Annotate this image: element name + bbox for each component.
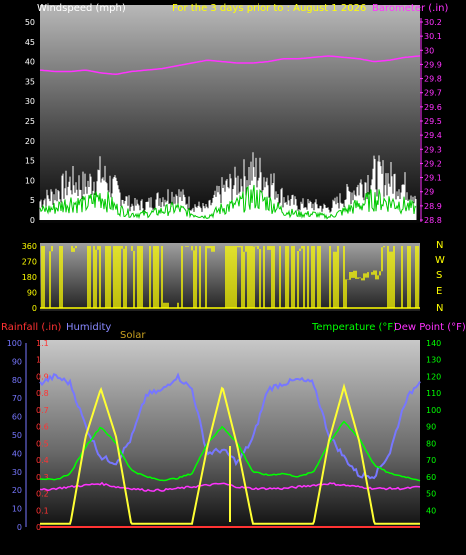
legend-rainfall: Rainfall (.in)	[1, 322, 62, 333]
p1-right-tick-14: 30.2	[424, 18, 442, 27]
p1-left-tick-25: 25	[25, 117, 35, 126]
p1-left-tick-15: 15	[25, 157, 35, 166]
p2-tick-90: 90	[27, 289, 37, 298]
p1-left-tick-35: 35	[25, 77, 35, 86]
dir-label-s: S	[436, 270, 442, 281]
p3-humidity-tick-80: 80	[12, 376, 22, 385]
p1-left-tick-40: 40	[25, 58, 35, 67]
p3-humidity-tick-40: 40	[12, 449, 22, 458]
p3-rain-tick-0.5: 0.5	[36, 439, 49, 448]
p1-right-tick-13: 30.1	[424, 32, 442, 41]
p3-temp-tick-60: 60	[426, 473, 436, 482]
p1-right-tick-2: 29	[424, 188, 434, 197]
legend-temperature: Temperature (°F)	[311, 322, 397, 333]
dir-label-n-top: N	[436, 240, 443, 251]
p1-left-tick-30: 30	[25, 97, 35, 106]
p3-temp-tick-90: 90	[426, 423, 436, 432]
p1-right-tick-0: 28.8	[424, 216, 442, 225]
p1-right-tick-6: 29.4	[424, 131, 442, 140]
legend-solar: Solar	[120, 330, 146, 341]
p3-rain-tick-0.4: 0.4	[36, 456, 49, 465]
p1-left-tick-45: 45	[25, 38, 35, 47]
p1-xlabel-day29: Day 29	[40, 231, 71, 240]
p1-left-tick-20: 20	[25, 137, 35, 146]
legend-humidity: Humidity	[66, 322, 111, 333]
p3-temp-tick-40: 40	[426, 506, 436, 515]
dir-label-e: E	[436, 286, 442, 297]
p1-right-tick-7: 29.5	[424, 117, 442, 126]
p3-temp-tick-80: 80	[426, 439, 436, 448]
p3-xlabel-day29: Day 29	[40, 537, 71, 546]
p1-left-tick-50: 50	[25, 18, 35, 27]
p3-rain-tick-0.8: 0.8	[36, 389, 49, 398]
dir-label-w: W	[435, 255, 445, 266]
p3-humidity-tick-60: 60	[12, 413, 22, 422]
p1-right-tick-1: 28.9	[424, 202, 442, 211]
p2-tick-180: 180	[22, 273, 37, 282]
p1-right-tick-8: 29.6	[424, 103, 442, 112]
date-range-title: For the 3 days prior to : August 1 2026	[172, 3, 366, 14]
weather-chart-page: Windspeed (mph) For the 3 days prior to …	[0, 0, 466, 555]
weather-charts-svg: Windspeed (mph) For the 3 days prior to …	[1, 3, 466, 546]
p3-temp-tick-130: 130	[426, 356, 441, 365]
p1-right-tick-3: 29.1	[424, 174, 442, 183]
p1-right-tick-5: 29.3	[424, 145, 442, 154]
p3-xlabel-day31: Day 31	[278, 537, 309, 546]
dir-label-n-bottom: N	[436, 303, 443, 314]
p3-xlabel-day30: Day 30	[156, 537, 187, 546]
p2-tick-0: 0	[32, 304, 37, 313]
p3-humidity-tick-70: 70	[12, 394, 22, 403]
p3-rain-tick-0.6: 0.6	[36, 423, 49, 432]
p3-humidity-tick-90: 90	[12, 357, 22, 366]
p1-xlabel-day31: Day 31	[278, 231, 309, 240]
barometer-title: Barometer (.in)	[372, 3, 448, 14]
p1-right-tick-10: 29.8	[424, 75, 442, 84]
p3-temp-tick-120: 120	[426, 372, 441, 381]
p1-left-tick-10: 10	[25, 176, 35, 185]
p3-humidity-tick-30: 30	[12, 468, 22, 477]
windspeed-title: Windspeed (mph)	[37, 3, 126, 14]
p3-humidity-tick-0: 0	[17, 523, 22, 532]
p3-rain-tick-1: 1	[36, 356, 41, 365]
p3-rain-tick-0.1: 0.1	[36, 506, 49, 515]
p3-temp-tick-140: 140	[426, 339, 441, 348]
p3-humidity-tick-100: 100	[7, 339, 22, 348]
p3-xlabel-day1: Day 1	[404, 537, 430, 546]
p1-xlabel-day30: Day 30	[156, 231, 187, 240]
p3-rain-tick-1.1: 1.1	[36, 339, 49, 348]
p1-left-tick-5: 5	[30, 196, 35, 205]
p3-humidity-tick-10: 10	[12, 505, 22, 514]
p1-xlabel-day1: Day 1	[404, 231, 430, 240]
p3-rain-tick-0.3: 0.3	[36, 473, 49, 482]
p3-humidity-tick-50: 50	[12, 431, 22, 440]
p3-humidity-tick-20: 20	[12, 486, 22, 495]
p2-tick-270: 270	[22, 258, 37, 267]
legend-dew-point: Dew Point (°F)	[394, 322, 466, 333]
p3-temp-tick-100: 100	[426, 406, 441, 415]
p1-right-tick-4: 29.2	[424, 159, 442, 168]
p3-rain-tick-0.2: 0.2	[36, 490, 49, 499]
p3-rain-tick-0.7: 0.7	[36, 406, 49, 415]
p2-tick-360: 360	[22, 242, 37, 251]
p1-right-tick-9: 29.7	[424, 89, 442, 98]
p1-left-tick-0: 0	[30, 216, 35, 225]
p1-right-tick-12: 30	[424, 46, 434, 55]
p1-right-tick-11: 29.9	[424, 60, 442, 69]
p3-temp-tick-50: 50	[426, 490, 436, 499]
p3-temp-tick-110: 110	[426, 389, 441, 398]
p3-temp-tick-70: 70	[426, 456, 436, 465]
